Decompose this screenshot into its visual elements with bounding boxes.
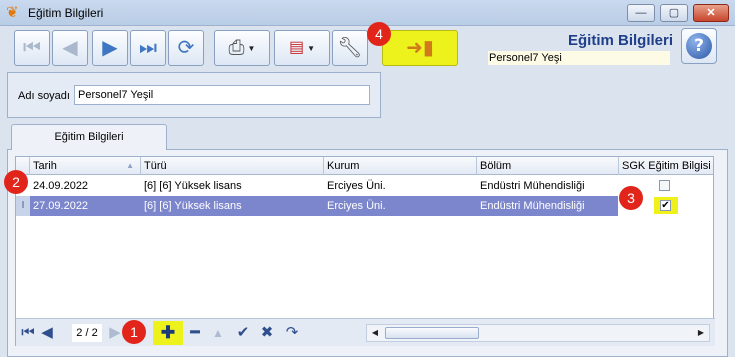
nav-edit-icon[interactable]: ▲ xyxy=(210,324,226,342)
nav-delete-icon[interactable]: ━ xyxy=(186,324,204,342)
nav-add-icon[interactable]: ✚ xyxy=(158,324,178,342)
previous-record-button[interactable]: ◀ xyxy=(52,30,88,66)
education-grid: Tarih ▲ Türü Kurum Bölüm SGK Eğitim Bilg… xyxy=(15,156,715,346)
horizontal-scrollbar[interactable]: ◀ ▶ xyxy=(366,324,710,342)
nav-post-icon[interactable]: ✔ xyxy=(234,324,252,342)
window-title: Eğitim Bilgileri xyxy=(28,6,104,20)
nav-previous-icon[interactable]: ◀ xyxy=(40,324,54,342)
cell-bolum: Endüstri Mühendisliği xyxy=(480,180,585,192)
export-button[interactable]: ▤ ▼ xyxy=(274,30,330,66)
table-row-selected[interactable]: I 27.09.2022 [6] [6] Yüksek lisans Erciy… xyxy=(16,196,713,216)
cell-tarih: 24.09.2022 xyxy=(33,180,89,192)
name-label: Adı soyadı xyxy=(18,90,70,102)
column-header-turu[interactable]: Türü xyxy=(140,157,323,175)
minimize-button[interactable]: — xyxy=(627,4,655,22)
column-header-tarih[interactable]: Tarih ▲ xyxy=(29,157,140,175)
printer-icon: ⎙ xyxy=(228,37,245,59)
print-button[interactable]: ⎙ ▼ xyxy=(214,30,270,66)
last-record-icon: ⏭ xyxy=(139,37,157,59)
column-header-bolum[interactable]: Bölüm xyxy=(476,157,618,175)
column-header-sgk[interactable]: SGK Eğitim Bilgisi xyxy=(618,157,713,175)
callout-badge-2: 2 xyxy=(4,170,28,194)
column-header-label: Tarih xyxy=(33,160,57,172)
window-titlebar: ❦ Eğitim Bilgileri — ▢ ✕ xyxy=(0,0,735,26)
help-button[interactable]: ? xyxy=(681,28,717,64)
page-title: Eğitim Bilgileri xyxy=(567,32,673,49)
first-record-button[interactable]: ⏮ xyxy=(14,30,50,66)
settings-button[interactable]: 🔧︎ xyxy=(332,30,368,66)
next-record-button[interactable]: ▶ xyxy=(92,30,128,66)
cell-turu: [6] [6] Yüksek lisans xyxy=(144,200,242,212)
sgk-checkbox[interactable] xyxy=(659,180,670,191)
next-record-icon: ▶ xyxy=(102,37,118,59)
row-indicator-cursor: I xyxy=(16,196,30,216)
cell-tarih: 27.09.2022 xyxy=(33,200,89,212)
refresh-icon: ⟳ xyxy=(177,37,195,59)
sgk-checkbox-checked[interactable]: ✔ xyxy=(660,200,671,211)
page-indicator: 2 / 2 xyxy=(72,324,102,342)
cell-kurum: Erciyes Üni. xyxy=(327,200,386,212)
pdf-export-icon: ▤ xyxy=(288,39,305,56)
exit-button[interactable]: ➜▮ xyxy=(382,30,458,66)
nav-next-icon[interactable]: ▶ xyxy=(108,324,122,342)
previous-record-icon: ◀ xyxy=(62,37,78,59)
header-person-name: Personel7 Yeşi xyxy=(488,51,670,65)
help-icon: ? xyxy=(686,33,712,59)
close-button[interactable]: ✕ xyxy=(693,4,729,22)
table-row[interactable]: 24.09.2022 [6] [6] Yüksek lisans Erciyes… xyxy=(16,176,713,196)
maximize-button[interactable]: ▢ xyxy=(660,4,688,22)
callout-badge-3: 3 xyxy=(619,186,643,210)
column-header-kurum[interactable]: Kurum xyxy=(323,157,476,175)
grid-navigator: ⏮ ◀ 2 / 2 ▶ ✚ ━ ▲ ✔ ✖ ↷ ◀ ▶ xyxy=(16,318,715,346)
print-dropdown-icon[interactable]: ▼ xyxy=(248,44,256,53)
tab-egitim-bilgileri[interactable]: Eğitim Bilgileri xyxy=(11,124,167,150)
cell-kurum: Erciyes Üni. xyxy=(327,180,386,192)
nav-refresh-icon[interactable]: ↷ xyxy=(282,324,302,342)
nav-first-icon[interactable]: ⏮ xyxy=(20,324,36,342)
callout-badge-4: 4 xyxy=(367,22,391,46)
callout-badge-1: 1 xyxy=(122,320,146,344)
exit-door-icon: ➜▮ xyxy=(406,37,434,59)
scroll-thumb[interactable] xyxy=(385,327,479,339)
name-field[interactable]: Personel7 Yeşil xyxy=(74,85,370,105)
refresh-button[interactable]: ⟳ xyxy=(168,30,204,66)
export-dropdown-icon[interactable]: ▼ xyxy=(307,44,315,53)
scroll-left-icon[interactable]: ◀ xyxy=(368,325,382,341)
person-group: Adı soyadı Personel7 Yeşil xyxy=(7,72,381,118)
last-record-button[interactable]: ⏭ xyxy=(130,30,166,66)
grid-header: Tarih ▲ Türü Kurum Bölüm SGK Eğitim Bilg… xyxy=(16,157,713,175)
wrench-icon: 🔧︎ xyxy=(337,37,363,59)
scroll-right-icon[interactable]: ▶ xyxy=(694,325,708,341)
sort-ascending-icon: ▲ xyxy=(126,161,134,170)
cell-turu: [6] [6] Yüksek lisans xyxy=(144,180,242,192)
butterfly-logo-icon: ❦ xyxy=(6,4,19,21)
cell-bolum: Endüstri Mühendisliği xyxy=(480,200,585,212)
nav-cancel-icon[interactable]: ✖ xyxy=(258,324,276,342)
first-record-icon: ⏮ xyxy=(23,37,41,59)
